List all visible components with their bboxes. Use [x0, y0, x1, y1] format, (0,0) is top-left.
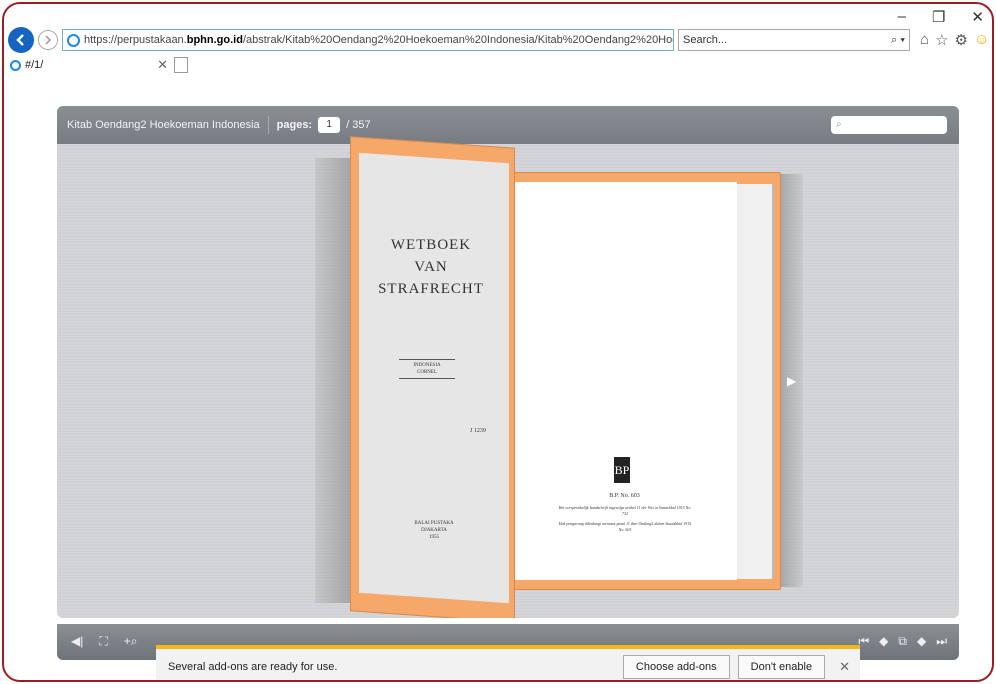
settings-icon[interactable]: ⚙: [955, 31, 968, 49]
restore-button[interactable]: ❐: [932, 8, 945, 26]
sound-icon[interactable]: ◀|: [71, 634, 83, 649]
home-icon[interactable]: ⌂: [920, 31, 929, 49]
prev-page-icon[interactable]: ◆: [879, 634, 888, 649]
browser-frame: – ❐ ✕ https://perpustakaan. bphn.go.id/ab…: [2, 2, 994, 682]
next-page-arrow-icon[interactable]: ▶: [787, 374, 796, 388]
bp-logo: BP: [614, 457, 630, 483]
address-row: https://perpustakaan. bphn.go.id/abstrak/…: [4, 26, 992, 54]
forward-arrow-icon: [45, 35, 52, 45]
smiley-icon[interactable]: ☺: [974, 31, 989, 49]
publisher-line-2: DJAKARTA: [421, 528, 447, 533]
search-box[interactable]: Search... ⌕ ▾: [678, 29, 910, 51]
forward-button[interactable]: [38, 30, 58, 50]
pages-label: pages:: [276, 119, 313, 131]
bp-number: B.P. No. 603: [609, 493, 640, 499]
divider: [267, 116, 269, 134]
copyright-note-2: Hak pengarang dilindungi menurut pasal 1…: [558, 521, 692, 532]
notification-text: Several add-ons are ready for use.: [168, 661, 338, 673]
tab-close-button[interactable]: ✕: [157, 57, 168, 73]
tab-row: #/1/ ✕: [4, 54, 188, 76]
ie-logo-icon: [67, 33, 80, 47]
left-tools: ◀| ⛶ +⌕: [71, 634, 138, 649]
left-page-title: WETBOEK VAN STRAFRECHT: [361, 234, 501, 300]
choose-addons-button[interactable]: Choose add-ons: [622, 655, 730, 679]
new-tab-button[interactable]: [174, 57, 188, 73]
window-controls: – ❐ ✕: [898, 8, 984, 26]
total-pages: / 357: [346, 119, 371, 131]
page-number-input[interactable]: 1: [318, 117, 341, 133]
publisher-line-3: 1955: [429, 535, 439, 540]
publisher-block: BALAI PUSTAKA DJAKARTA 1955: [409, 520, 459, 541]
title-line-2: VAN STRAFRECHT: [378, 259, 484, 297]
fullscreen-icon[interactable]: ⛶: [99, 634, 107, 649]
thumbnails-icon[interactable]: ⧉: [898, 634, 907, 649]
stamp-line-2: CORNEL: [417, 370, 437, 375]
tab-current[interactable]: #/1/ ✕: [4, 57, 168, 73]
address-bar[interactable]: https://perpustakaan. bphn.go.id/abstrak/…: [62, 29, 674, 51]
viewer-search-input[interactable]: ⌕: [831, 116, 947, 134]
book-title: Kitab Oendang2 Hoekoeman Indonesia: [67, 119, 260, 131]
flipbook-viewer: Kitab Oendang2 Hoekoeman Indonesia pages…: [57, 106, 959, 618]
tab-label: #/1/: [25, 59, 44, 71]
stamp-line-1: INDONESIA: [413, 363, 441, 368]
toolbar-icons: ⌂ ☆ ⚙ ☺: [920, 31, 989, 49]
url-prefix: https://perpustakaan.: [84, 34, 187, 46]
dont-enable-button[interactable]: Don't enable: [737, 655, 826, 679]
back-arrow-icon: [16, 34, 24, 46]
addons-notification: Several add-ons are ready for use. Choos…: [156, 645, 860, 680]
copyright-note-1: Het oorspronkelijk handschrift ingevolge…: [558, 505, 692, 516]
search-icon[interactable]: ⌕ ▾: [891, 34, 905, 47]
search-placeholder: Search...: [683, 34, 728, 46]
minimize-button[interactable]: –: [898, 8, 906, 26]
back-button[interactable]: [8, 27, 34, 53]
page-edges: [737, 184, 774, 579]
close-window-button[interactable]: ✕: [971, 8, 984, 26]
viewer-topbar: Kitab Oendang2 Hoekoeman Indonesia pages…: [57, 106, 959, 144]
url-domain: bphn.go.id: [186, 34, 243, 46]
stamp-box: INDONESIA CORNEL: [399, 359, 455, 379]
favorites-icon[interactable]: ☆: [935, 31, 948, 49]
right-tools: ⏮ ◆ ⧉ ◆ ⏭: [858, 634, 947, 649]
next-page-icon[interactable]: ◆: [917, 634, 926, 649]
call-number: J 1239: [470, 428, 486, 434]
title-line-1: WETBOEK: [390, 237, 472, 253]
zoom-in-icon[interactable]: +⌕: [124, 634, 138, 649]
tab-ie-icon: [10, 59, 21, 71]
viewer-search-icon: ⌕: [836, 119, 842, 130]
url-path: /abstrak/Kitab%20Oendang2%20Hoekoeman%20…: [242, 34, 673, 46]
notification-close-button[interactable]: ✕: [839, 659, 850, 675]
last-page-icon[interactable]: ⏭: [936, 634, 947, 649]
publisher-line-1: BALAI PUSTAKA: [414, 521, 454, 526]
left-stack-shadow: [315, 158, 355, 603]
